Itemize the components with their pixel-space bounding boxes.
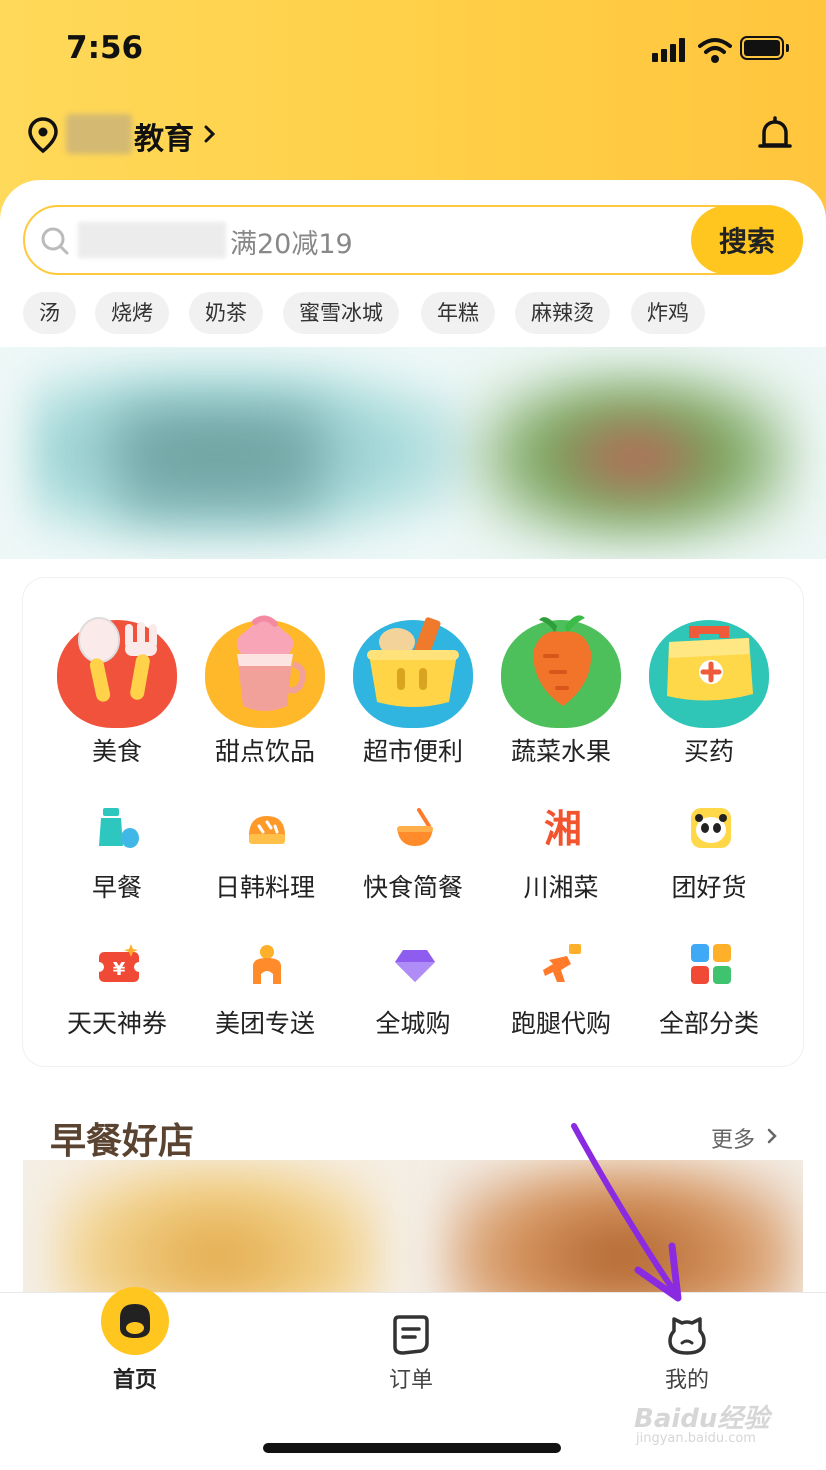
xiang-character-icon: 湘 — [544, 807, 582, 850]
scooter-icon — [253, 945, 281, 984]
category-label: 蔬菜水果 — [510, 737, 611, 766]
home-indicator — [263, 1443, 561, 1453]
watermark-url: jingyan.baidu.com — [636, 1431, 756, 1446]
orders-icon[interactable] — [389, 1313, 433, 1357]
profile-icon[interactable] — [664, 1313, 710, 1359]
annotation-arrow-icon — [571, 1123, 682, 1302]
tab-mine-label[interactable]: 我的 — [627, 1362, 747, 1394]
status-time: 7:56 — [66, 30, 144, 66]
category-label: 川湘菜 — [523, 873, 599, 902]
category-label: 全城购 — [375, 1009, 451, 1038]
diamond-icon — [395, 950, 435, 982]
category-label: 早餐 — [91, 873, 142, 902]
bell-icon[interactable] — [756, 114, 794, 156]
milk-bottle-icon — [99, 808, 139, 848]
more-link[interactable]: 更多 — [711, 1122, 755, 1154]
hot-tag[interactable]: 烧烤 — [95, 292, 169, 334]
category-label: 甜点饮品 — [214, 737, 315, 766]
section-title: 早餐好店 — [50, 1121, 195, 1162]
location-pin-icon[interactable] — [26, 116, 60, 154]
chevron-right-icon[interactable] — [766, 1127, 778, 1145]
location-label[interactable]: 教育 — [134, 114, 194, 158]
search-icon — [41, 227, 69, 255]
category-label: 天天神券 — [66, 1009, 167, 1038]
cellular-signal-icon — [652, 38, 688, 62]
category-label: 日韩料理 — [214, 873, 315, 902]
category-label: 全部分类 — [658, 1009, 759, 1038]
category-label: 美团专送 — [214, 1009, 315, 1038]
promo-banner[interactable] — [0, 347, 826, 559]
fork-spoon-icon — [78, 617, 157, 702]
search-hint: 满20减19 — [230, 229, 353, 260]
hot-tag[interactable]: 炸鸡 — [631, 292, 705, 334]
watermark: Baidu经验 — [634, 1404, 770, 1434]
bowl-icon — [397, 808, 433, 846]
hot-tag[interactable]: 年糕 — [421, 292, 495, 334]
tab-orders-label[interactable]: 订单 — [351, 1362, 471, 1394]
shopping-basket-icon — [367, 617, 459, 707]
runner-icon — [543, 944, 581, 982]
category-label: 跑腿代购 — [510, 1009, 611, 1038]
hot-tag[interactable]: 蜜雪冰城 — [283, 292, 399, 334]
location-blurred-text — [66, 114, 132, 154]
category-label: 团好货 — [671, 873, 747, 902]
hot-tag[interactable]: 奶茶 — [189, 292, 263, 334]
svg-text:湘: 湘 — [544, 807, 582, 850]
category-label: 快食简餐 — [362, 873, 463, 902]
search-blurred-hint — [78, 222, 226, 258]
category-label: 买药 — [683, 737, 734, 766]
wifi-icon — [698, 38, 732, 63]
battery-icon — [740, 36, 790, 60]
ice-cream-icon — [236, 615, 306, 711]
category-label: 美食 — [91, 737, 142, 766]
coupon-icon: ¥ — [97, 944, 141, 982]
carrot-icon — [533, 615, 592, 706]
search-button[interactable]: 搜索 — [691, 206, 803, 274]
grid-icon — [691, 944, 731, 984]
hot-tag[interactable]: 汤 — [23, 292, 76, 334]
category-label: 超市便利 — [362, 737, 463, 766]
tab-home-label[interactable]: 首页 — [75, 1362, 195, 1394]
chevron-right-icon[interactable] — [203, 124, 217, 144]
home-kangaroo-icon — [120, 1304, 150, 1338]
panda-icon — [691, 808, 731, 848]
bread-icon — [249, 816, 285, 844]
medicine-box-icon — [667, 626, 753, 701]
hot-tag[interactable]: 麻辣烫 — [515, 292, 610, 334]
svg-text:¥: ¥ — [113, 959, 126, 980]
